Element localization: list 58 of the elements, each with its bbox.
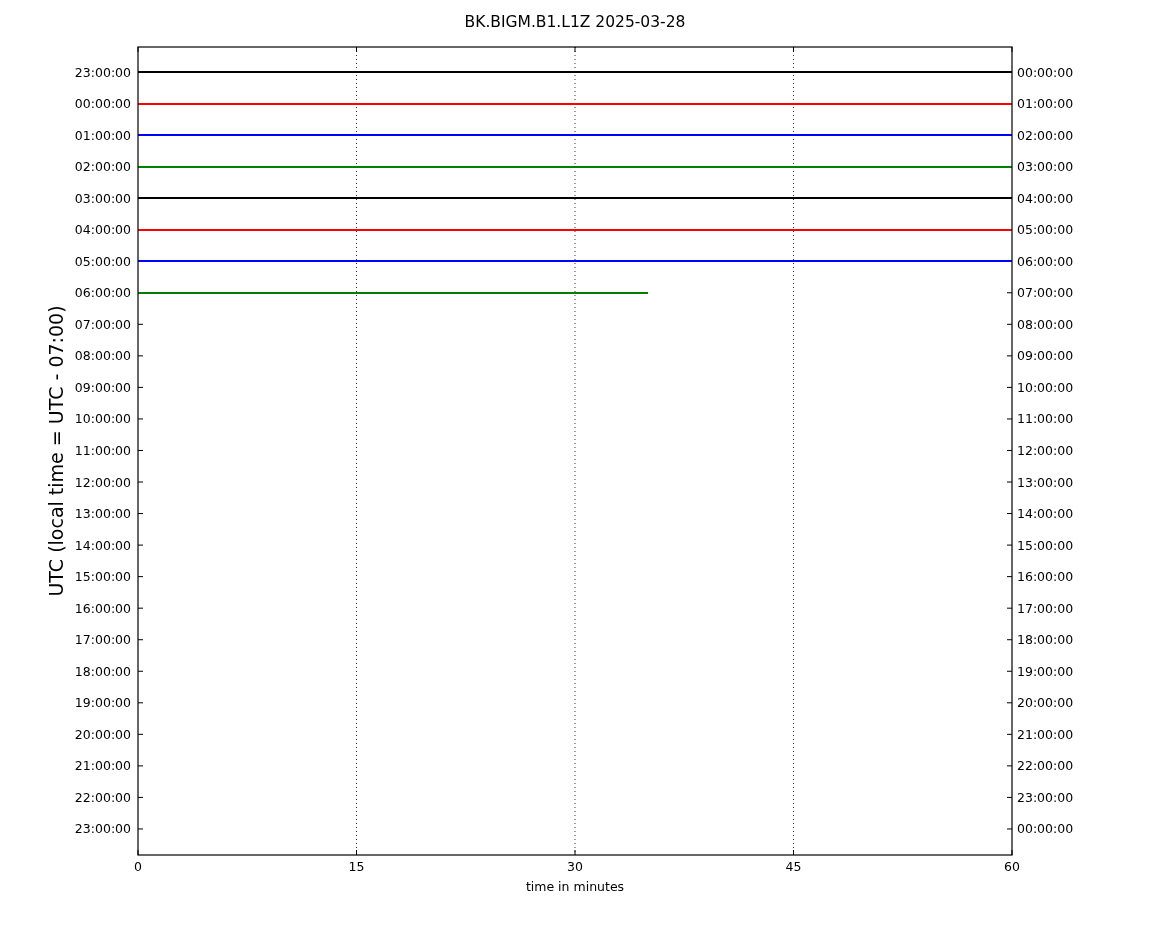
- plot-title: BK.BIGM.B1.L1Z 2025-03-28: [464, 13, 686, 31]
- y-tick-label: 22:00:00: [74, 789, 131, 805]
- y-tick-label: 03:00:00: [1017, 159, 1074, 175]
- y-tick-label: 12:00:00: [74, 474, 131, 490]
- y-tick-label: 06:00:00: [1017, 253, 1074, 269]
- y-tick-label: 13:00:00: [1017, 474, 1074, 490]
- y-tick-label: 08:00:00: [74, 348, 131, 364]
- x-tick-label: 30: [567, 859, 583, 874]
- y-tick-label: 19:00:00: [1017, 663, 1074, 679]
- y-tick-label: 04:00:00: [1017, 190, 1074, 206]
- y-tick-label: 15:00:00: [1017, 537, 1074, 553]
- y-tick-label: 00:00:00: [1017, 64, 1074, 80]
- y-tick-label: 10:00:00: [1017, 379, 1074, 395]
- y-tick-label: 20:00:00: [74, 726, 131, 742]
- y-axis-title: UTC (local time = UTC - 07:00): [45, 305, 67, 597]
- y-tick-label: 09:00:00: [74, 379, 131, 395]
- y-tick-label: 07:00:00: [1017, 285, 1074, 301]
- x-tick-label: 0: [134, 859, 142, 874]
- x-tick-label: 45: [785, 859, 802, 874]
- y-tick-label: 00:00:00: [1017, 821, 1074, 837]
- y-tick-label: 10:00:00: [74, 411, 131, 427]
- y-tick-label: 11:00:00: [1017, 411, 1074, 427]
- y-tick-label: 13:00:00: [74, 506, 131, 522]
- x-tick-label: 15: [348, 859, 365, 874]
- y-tick-label: 08:00:00: [1017, 316, 1074, 332]
- y-tick-label: 19:00:00: [74, 695, 131, 711]
- x-axis-title: time in minutes: [525, 879, 625, 894]
- y-tick-label: 01:00:00: [1017, 96, 1074, 112]
- y-tick-label: 01:00:00: [74, 127, 131, 143]
- y-tick-label: 06:00:00: [74, 285, 131, 301]
- y-tick-label: 23:00:00: [74, 821, 131, 837]
- y-tick-label: 14:00:00: [1017, 506, 1074, 522]
- y-tick-label: 05:00:00: [74, 253, 131, 269]
- y-tick-label: 12:00:00: [1017, 443, 1074, 458]
- y-tick-label: 03:00:00: [74, 190, 131, 206]
- y-tick-label: 02:00:00: [1017, 127, 1074, 143]
- y-tick-label: 09:00:00: [1017, 348, 1074, 364]
- y-tick-label: 17:00:00: [1017, 600, 1074, 616]
- y-tick-label: 18:00:00: [74, 663, 131, 679]
- y-tick-label: 00:00:00: [74, 96, 131, 112]
- y-tick-label: 16:00:00: [1017, 569, 1074, 585]
- y-tick-label: 11:00:00: [74, 443, 131, 458]
- y-tick-label: 23:00:00: [1017, 789, 1074, 805]
- y-tick-label: 23:00:00: [74, 64, 131, 80]
- y-tick-label: 16:00:00: [74, 600, 131, 616]
- y-tick-label: 14:00:00: [74, 537, 131, 553]
- y-tick-label: 20:00:00: [1017, 695, 1074, 711]
- y-tick-label: 21:00:00: [1017, 726, 1074, 742]
- y-tick-label: 02:00:00: [74, 159, 131, 175]
- x-tick-label: 60: [1004, 859, 1020, 874]
- y-tick-label: 18:00:00: [1017, 632, 1074, 648]
- y-tick-label: 17:00:00: [74, 632, 131, 648]
- y-tick-label: 07:00:00: [74, 316, 131, 332]
- y-tick-label: 21:00:00: [74, 758, 131, 774]
- y-tick-label: 04:00:00: [74, 222, 131, 238]
- y-tick-label: 22:00:00: [1017, 758, 1074, 774]
- y-tick-label: 05:00:00: [1017, 222, 1074, 238]
- y-tick-label: 15:00:00: [74, 569, 131, 585]
